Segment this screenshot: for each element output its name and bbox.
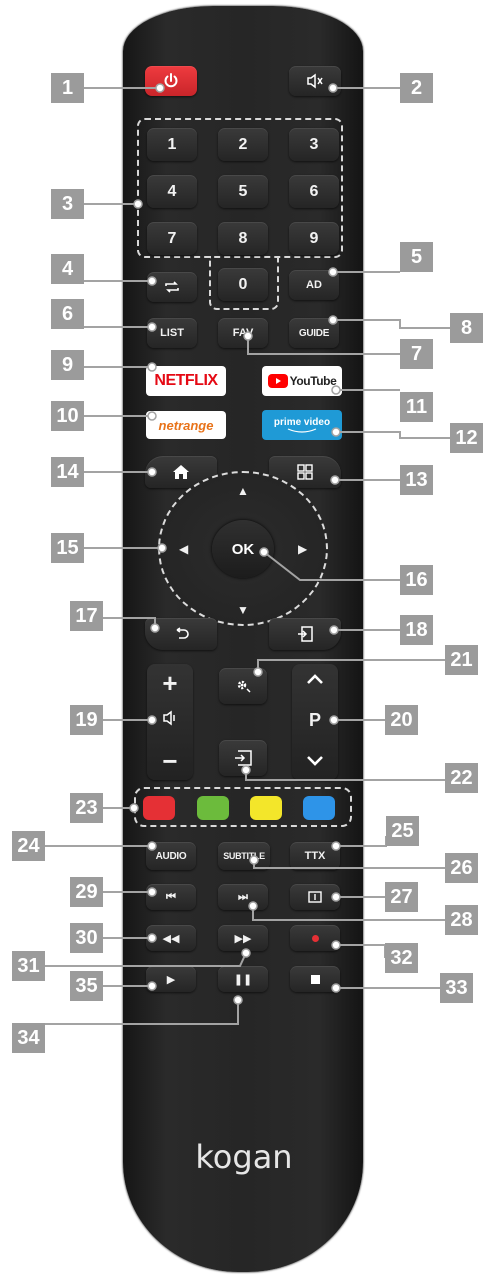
callout-8: 8 <box>450 313 483 343</box>
callout-22: 22 <box>445 763 478 793</box>
callout-34: 34 <box>12 1023 45 1053</box>
callout-18: 18 <box>400 615 433 645</box>
callout-20: 20 <box>385 705 418 735</box>
callout-24: 24 <box>12 831 45 861</box>
callout-33: 33 <box>440 973 473 1003</box>
callout-6: 6 <box>51 299 84 329</box>
callout-27: 27 <box>385 882 418 912</box>
callout-12: 12 <box>450 423 483 453</box>
callout-30: 30 <box>70 923 103 953</box>
callout-16: 16 <box>400 565 433 595</box>
callout-32: 32 <box>385 943 418 973</box>
callout-7: 7 <box>400 339 433 369</box>
callout-19: 19 <box>70 705 103 735</box>
callout-9: 9 <box>51 350 84 380</box>
callout-35: 35 <box>70 971 103 1001</box>
callout-4: 4 <box>51 254 84 284</box>
callout-10: 10 <box>51 401 84 431</box>
callout-11: 11 <box>400 392 433 422</box>
callout-17: 17 <box>70 601 103 631</box>
callout-3: 3 <box>51 189 84 219</box>
callout-28: 28 <box>445 905 478 935</box>
callout-1: 1 <box>51 73 84 103</box>
callout-23: 23 <box>70 793 103 823</box>
callout-26: 26 <box>445 853 478 883</box>
callout-21: 21 <box>445 645 478 675</box>
callout-25: 25 <box>386 816 419 846</box>
callout-15: 15 <box>51 533 84 563</box>
callout-5: 5 <box>400 242 433 272</box>
callout-14: 14 <box>51 457 84 487</box>
callout-13: 13 <box>400 465 433 495</box>
callout-2: 2 <box>400 73 433 103</box>
callout-31: 31 <box>12 951 45 981</box>
callout-29: 29 <box>70 877 103 907</box>
